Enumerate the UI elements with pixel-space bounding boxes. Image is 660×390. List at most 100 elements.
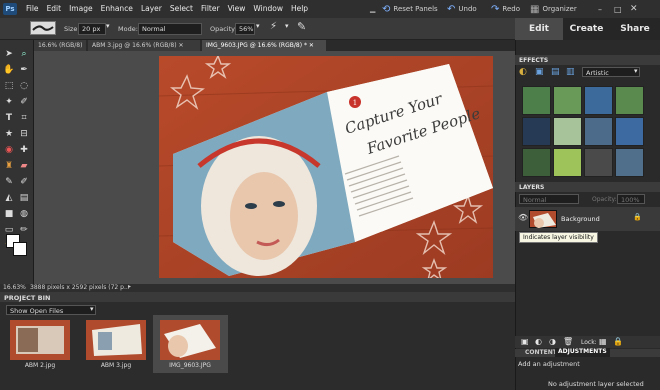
clone-stamp-tool-icon[interactable]: ♜ xyxy=(3,160,15,172)
status-arrow-icon[interactable]: ▸ xyxy=(128,283,131,290)
blur-tool-icon[interactable]: ◍ xyxy=(18,208,30,220)
menu-select[interactable]: Select xyxy=(166,0,197,13)
bin-thumbnail-2[interactable] xyxy=(86,320,146,360)
bin-filter-dropdown-icon[interactable]: ▾ xyxy=(90,305,94,313)
quick-selection-tool-icon[interactable]: ✐ xyxy=(18,96,30,108)
options-dropdown-icon[interactable]: ▾ xyxy=(285,22,289,30)
document-tab-label: IMG_9603.JPG @ 16.6% (RGB/8) * xyxy=(206,42,307,49)
effects-styles-icon[interactable]: ▣ xyxy=(535,67,544,77)
brush-tool-icon[interactable]: ✎ xyxy=(3,176,15,188)
menu-image[interactable]: Image xyxy=(65,0,97,13)
layer-name: Background xyxy=(561,215,600,223)
close-icon[interactable]: ✕ xyxy=(178,42,183,49)
size-input[interactable]: 20 px xyxy=(78,23,106,35)
delete-layer-icon[interactable]: 🗑 xyxy=(563,337,573,346)
redo-button[interactable]: ↷ Redo xyxy=(491,0,520,18)
magic-wand-tool-icon[interactable]: ✦ xyxy=(3,96,15,108)
effect-thumbnail[interactable] xyxy=(522,148,551,177)
lasso-tool-icon[interactable]: ◌ xyxy=(18,80,30,92)
menu-edit[interactable]: Edit xyxy=(43,0,66,13)
effect-thumbnail[interactable] xyxy=(584,86,613,115)
effect-thumbnail[interactable] xyxy=(615,148,644,177)
reset-panels-button[interactable]: ⟲ Reset Panels xyxy=(382,0,438,18)
effect-thumbnail[interactable] xyxy=(522,117,551,146)
eyedropper-tool-icon[interactable]: ✒ xyxy=(18,64,30,76)
effects-filters-icon[interactable]: ◐ xyxy=(519,67,527,77)
type-tool-icon[interactable]: T xyxy=(3,112,15,124)
effect-thumbnail[interactable] xyxy=(522,86,551,115)
menu-view[interactable]: View xyxy=(224,0,250,13)
zoom-level: 16.63% xyxy=(3,284,26,291)
menu-layer[interactable]: Layer xyxy=(137,0,166,13)
document-tab-3[interactable]: IMG_9603.JPG @ 16.6% (RGB/8) * ✕ xyxy=(202,40,326,51)
close-icon[interactable]: ✕ xyxy=(309,42,314,49)
effects-layer-icon[interactable]: ▥ xyxy=(566,67,575,77)
crop-tool-icon[interactable]: ⌗ xyxy=(18,112,30,124)
tab-content[interactable]: CONTENT xyxy=(525,349,557,356)
opacity-dropdown-icon[interactable]: ▾ xyxy=(256,22,260,30)
undo-button[interactable]: ↶ Undo xyxy=(447,0,477,18)
document-canvas-image[interactable]: 1 Capture Your Favorite People xyxy=(159,56,493,278)
cookie-cutter-tool-icon[interactable]: ★ xyxy=(3,128,15,140)
new-adjustment-icon[interactable]: ◐ xyxy=(535,337,542,346)
move-tool-icon[interactable]: ➤ xyxy=(3,48,15,60)
lock-icon: 🔒 xyxy=(633,213,642,221)
window-restore[interactable]: □ xyxy=(614,0,622,18)
magic-wand-icon[interactable]: ⚡ xyxy=(270,21,277,32)
menu-file[interactable]: File xyxy=(22,0,43,13)
gradient-tool-icon[interactable]: ▤ xyxy=(18,192,30,204)
effect-thumbnail[interactable] xyxy=(615,117,644,146)
tab-create[interactable]: Create xyxy=(563,18,610,40)
effect-thumbnail[interactable] xyxy=(553,148,582,177)
mask-icon[interactable]: ◑ xyxy=(549,337,556,346)
hand-tool-icon[interactable]: ✋ xyxy=(3,64,15,76)
lock-all-icon[interactable]: 🔒 xyxy=(613,337,623,346)
menu-help[interactable]: Help xyxy=(287,0,312,13)
effect-thumbnail[interactable] xyxy=(584,117,613,146)
tab-share[interactable]: Share xyxy=(610,18,660,40)
organizer-button[interactable]: ▦ Organizer xyxy=(530,0,577,18)
effects-photo-icon[interactable]: ▤ xyxy=(551,67,560,77)
brush-settings-icon[interactable]: ✎ xyxy=(297,20,306,33)
bin-thumbnail-1[interactable] xyxy=(10,320,70,360)
window-minimize[interactable]: – xyxy=(598,0,602,18)
shape-tool-icon[interactable]: ■ xyxy=(3,208,15,220)
effect-thumbnail[interactable] xyxy=(584,148,613,177)
straighten-tool-icon[interactable]: ⊟ xyxy=(18,128,30,140)
marquee-tool-icon[interactable]: ⬚ xyxy=(3,80,15,92)
no-adjustment-text: No adjustment layer selected xyxy=(548,380,644,388)
red-eye-tool-icon[interactable]: ◉ xyxy=(3,144,15,156)
document-tab-2[interactable]: ABM 3.jpg @ 16.6% (RGB/8) ✕ xyxy=(88,40,200,51)
lock-transparent-icon[interactable]: ▦ xyxy=(599,337,607,346)
menu-enhance[interactable]: Enhance xyxy=(97,0,137,13)
menu-window[interactable]: Window xyxy=(249,0,287,13)
new-layer-icon[interactable]: ▣ xyxy=(521,337,529,346)
eye-icon[interactable]: 👁 xyxy=(518,213,528,222)
blend-mode-select[interactable]: Normal xyxy=(519,194,579,204)
tab-edit[interactable]: Edit xyxy=(515,18,563,40)
brush-preset-picker[interactable] xyxy=(30,21,56,35)
bin-thumbnail-3[interactable] xyxy=(160,320,220,360)
menu-filter[interactable]: Filter xyxy=(197,0,224,13)
add-adjustment-text: Add an adjustment xyxy=(518,360,580,368)
mode-select[interactable]: Normal xyxy=(138,23,202,35)
window-close[interactable]: ✕ xyxy=(630,0,638,18)
spot-healing-tool-icon[interactable]: ✚ xyxy=(18,144,30,156)
effect-thumbnail[interactable] xyxy=(615,86,644,115)
reset-panels-icon: ⟲ xyxy=(382,3,391,15)
tab-adjustments[interactable]: ADJUSTMENTS xyxy=(555,348,610,357)
bin-filter-select[interactable]: Show Open Files xyxy=(6,305,96,315)
paint-bucket-tool-icon[interactable]: ◭ xyxy=(3,192,15,204)
eraser-tool-icon[interactable]: ▰ xyxy=(18,160,30,172)
effects-dropdown-icon[interactable]: ▾ xyxy=(634,67,638,75)
zoom-tool-icon[interactable]: ⌕ xyxy=(18,48,30,60)
opacity-input[interactable]: 56% xyxy=(235,23,255,35)
effect-thumbnail[interactable] xyxy=(553,86,582,115)
document-tab-1[interactable]: 16.6% (RGB/8) xyxy=(34,40,86,51)
background-color-swatch[interactable] xyxy=(13,242,27,256)
effects-category-select[interactable]: Artistic xyxy=(582,67,640,77)
size-dropdown-icon[interactable]: ▾ xyxy=(106,22,110,30)
smart-brush-tool-icon[interactable]: ✐ xyxy=(18,176,30,188)
effect-thumbnail[interactable] xyxy=(553,117,582,146)
layer-opacity-input[interactable]: 100% xyxy=(617,194,645,204)
